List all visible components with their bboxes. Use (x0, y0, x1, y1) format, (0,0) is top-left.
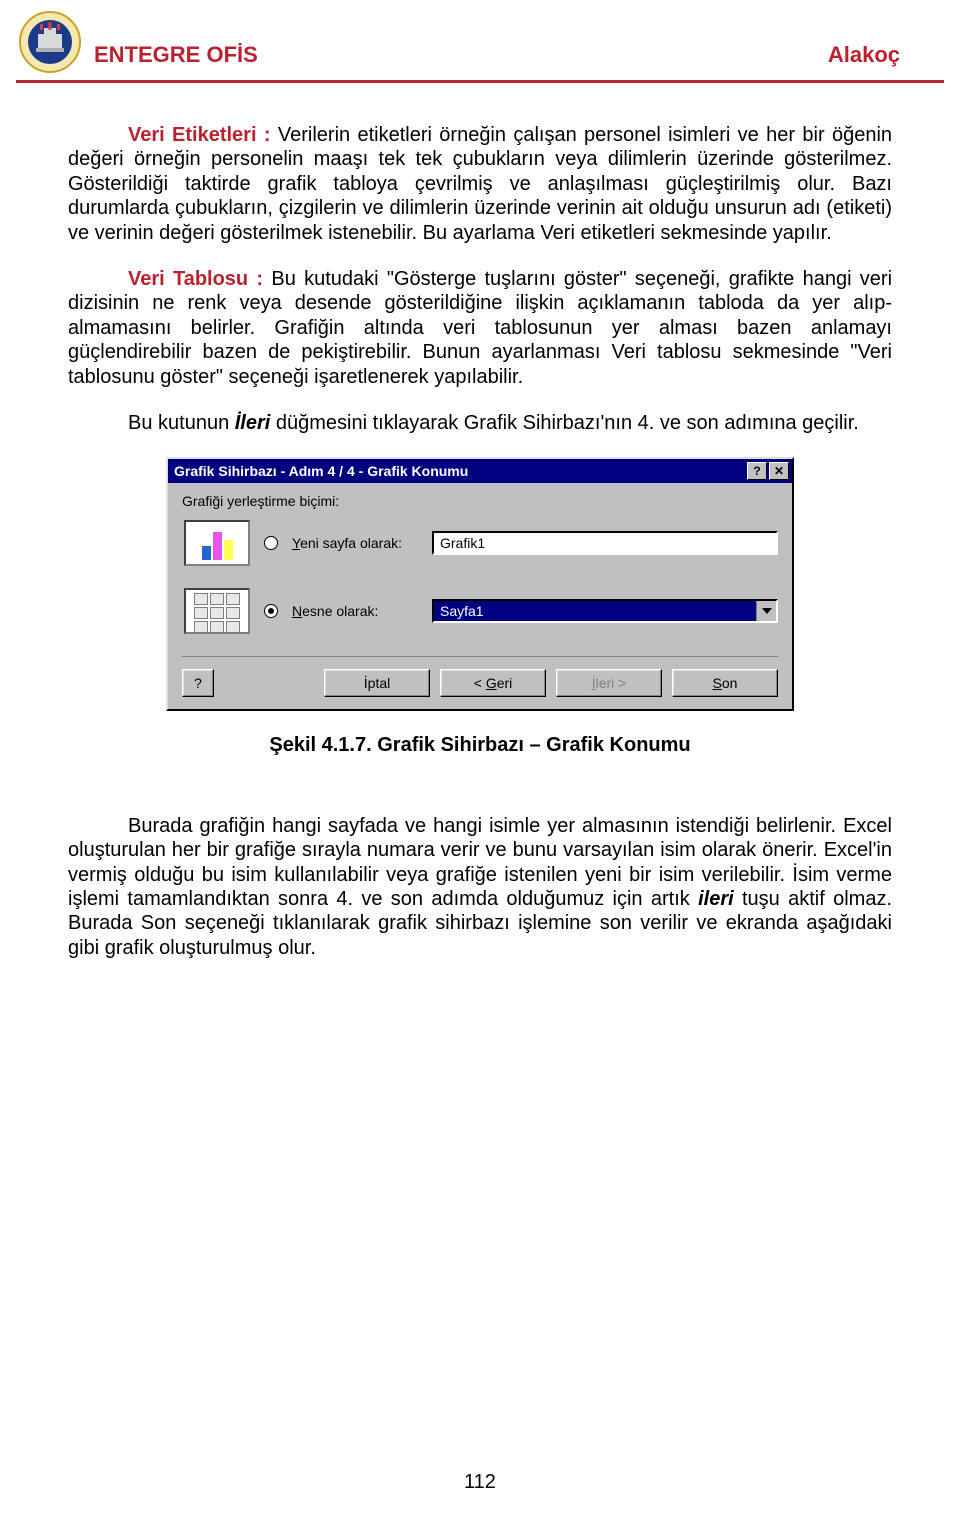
wizard-dialog: Grafik Sihirbazı - Adım 4 / 4 - Grafik K… (166, 457, 794, 711)
emphasis-text: ileri (698, 888, 734, 910)
header-author: Alakoç (828, 42, 900, 68)
document-body: Veri Etiketleri : Verilerin etiketleri ö… (0, 83, 960, 960)
help-button[interactable]: ? (747, 462, 767, 480)
lead-text: Veri Etiketleri : (128, 124, 278, 146)
paragraph-veri-etiketleri: Veri Etiketleri : Verilerin etiketleri ö… (68, 123, 892, 245)
dialog-button-row: ? İptal < Geri İleri > Son (182, 656, 778, 697)
sheet-select-combo[interactable]: Sayfa1 (432, 599, 778, 623)
chart-sheet-icon (184, 520, 250, 566)
option-new-sheet: Yeni sayfa olarak: (184, 520, 778, 566)
radio-new-sheet[interactable] (264, 536, 278, 550)
radio-label-new-sheet: Yeni sayfa olarak: (292, 535, 418, 552)
combo-selected-value: Sayfa1 (434, 601, 756, 621)
emphasis-text: İleri (235, 412, 271, 434)
body-text: Bu kutunun (128, 412, 235, 434)
close-icon: ✕ (774, 464, 784, 479)
radio-label-as-object: Nesne olarak: (292, 603, 418, 620)
lead-text: Veri Tablosu : (128, 268, 271, 290)
titlebar-buttons: ? ✕ (747, 462, 789, 480)
paragraph-ileri: Bu kutunun İleri düğmesini tıklayarak Gr… (68, 411, 892, 435)
header-title: ENTEGRE OFİS (94, 42, 258, 68)
placement-label: Grafiği yerleştirme biçimi: (182, 493, 778, 510)
body-text: düğmesini tıklayarak Grafik Sihirbazı'nı… (270, 412, 859, 434)
option-as-object: Nesne olarak: Sayfa1 (184, 588, 778, 634)
cancel-button[interactable]: İptal (324, 669, 430, 697)
paragraph-veri-tablosu: Veri Tablosu : Bu kutudaki "Gösterge tuş… (68, 267, 892, 389)
next-button: İleri > (556, 669, 662, 697)
close-button[interactable]: ✕ (769, 462, 789, 480)
page-number: 112 (0, 1471, 960, 1494)
dialog-title: Grafik Sihirbazı - Adım 4 / 4 - Grafik K… (174, 463, 468, 480)
chevron-down-icon (762, 608, 772, 614)
back-button[interactable]: < Geri (440, 669, 546, 697)
paragraph-explanation: Burada grafiğin hangi sayfada ve hangi i… (68, 814, 892, 960)
page-header: ENTEGRE OFİS Alakoç (0, 0, 960, 80)
help-icon: ? (194, 675, 202, 691)
new-sheet-name-input[interactable] (432, 531, 778, 555)
university-seal-logo (18, 10, 82, 74)
worksheet-icon (184, 588, 250, 634)
finish-button[interactable]: Son (672, 669, 778, 697)
context-help-button[interactable]: ? (182, 669, 214, 697)
dialog-screenshot: Grafik Sihirbazı - Adım 4 / 4 - Grafik K… (68, 457, 892, 711)
radio-as-object[interactable] (264, 604, 278, 618)
figure-caption: Şekil 4.1.7. Grafik Sihirbazı – Grafik K… (68, 733, 892, 757)
help-icon: ? (753, 464, 760, 479)
combo-dropdown-button[interactable] (756, 601, 776, 621)
dialog-titlebar: Grafik Sihirbazı - Adım 4 / 4 - Grafik K… (168, 459, 792, 483)
dialog-body: Grafiği yerleştirme biçimi: Yeni sayfa o… (168, 483, 792, 709)
